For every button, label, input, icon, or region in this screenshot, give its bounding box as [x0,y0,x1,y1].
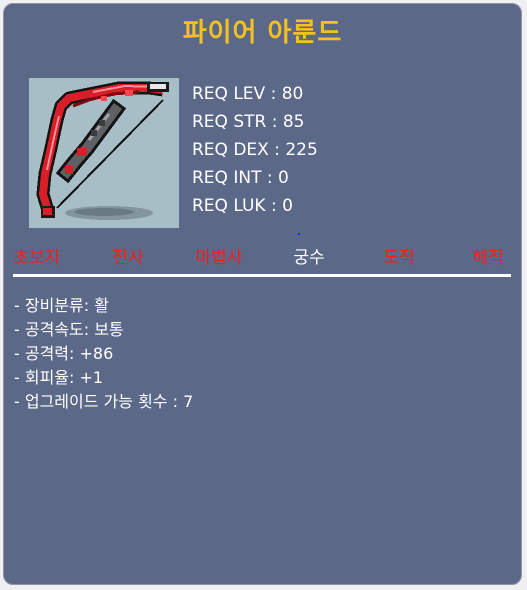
item-icon-box [29,78,179,228]
job-magician: 마법사 [195,248,243,268]
divider [13,274,511,277]
prop-avoidability: - 회피율: +1 [14,368,104,387]
item-properties: - 장비분류: 활 - 공격속도: 보통 - 공격력: +86 - 회피율: +… [14,294,193,414]
job-pirate: 해적 [472,248,504,268]
job-warrior: 전사 [112,248,144,268]
req-level: REQ LEV : 80 [192,84,304,104]
item-tooltip: 파이어 아룬드 REQ LEV: 80 REQ STR: 85 REQ DE… [3,3,522,585]
req-str: REQ STR : 85 [192,112,305,132]
item-name: 파이어 아룬드 [182,18,343,48]
job-class-row: 초보자 전사 마법사 궁수 도적 해적 [4,243,523,273]
req-luk: REQ LUK : 0 [192,196,293,216]
job-archer: 궁수 [293,248,325,268]
prop-attack: - 공격력: +86 [14,344,114,363]
decorative-dot [298,233,300,235]
requirements-list: REQ LEV : 80 REQ STR : 85 REQ DEX : 225 … [192,80,318,220]
bow-icon [36,81,169,220]
prop-category: - 장비분류: 활 [14,296,109,315]
prop-upgrades: - 업그레이드 가능 횟수 : 7 [14,392,194,411]
req-int: REQ INT : 0 [192,168,289,188]
job-thief: 도적 [383,248,415,268]
prop-attack-speed: - 공격속도: 보통 [14,320,124,339]
req-dex: REQ DEX : 225 [192,140,318,160]
job-beginner: 초보자 [13,248,61,268]
